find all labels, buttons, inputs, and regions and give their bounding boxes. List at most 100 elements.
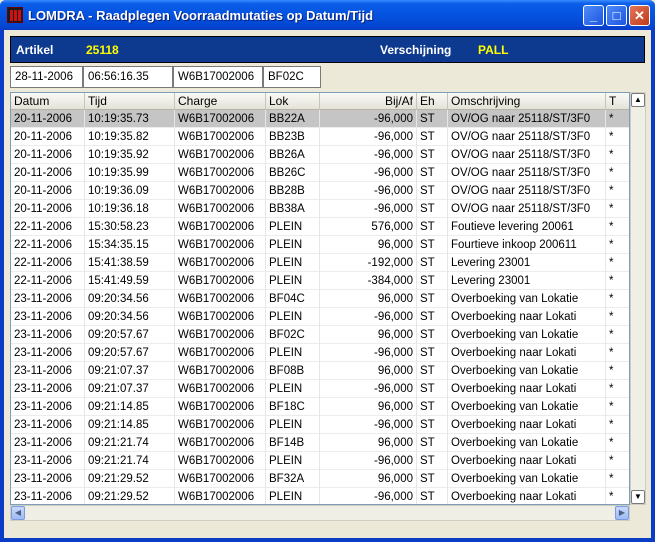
cell-charge: W6B17002006 xyxy=(175,128,266,146)
cell-datum: 20-11-2006 xyxy=(11,110,85,128)
table-row[interactable]: 22-11-2006 15:34:35.15 W6B17002006 PLEIN 96,… xyxy=(11,236,629,254)
cell-omschrijving: Levering 23001 xyxy=(448,254,606,272)
date-field[interactable]: 28-11-2006 xyxy=(10,66,83,88)
cell-datum: 23-11-2006 xyxy=(11,416,85,434)
table-row[interactable]: 23-11-2006 09:20:34.56 W6B17002006 PLEIN -96… xyxy=(11,308,629,326)
table-row[interactable]: 23-11-2006 09:21:21.74 W6B17002006 PLEIN -96… xyxy=(11,452,629,470)
table-row[interactable]: 23-11-2006 09:21:14.85 W6B17002006 BF18C 96,… xyxy=(11,398,629,416)
cell-t: * xyxy=(606,344,629,362)
cell-eh: ST xyxy=(417,164,448,182)
table-row[interactable]: 23-11-2006 09:21:07.37 W6B17002006 BF08B 96,… xyxy=(11,362,629,380)
close-button[interactable]: ✕ xyxy=(629,5,650,26)
table-row[interactable]: 20-11-2006 10:19:35.73 W6B17002006 BB22A -96… xyxy=(11,110,629,128)
app-icon[interactable] xyxy=(7,7,23,23)
cell-tijd: 09:21:07.37 xyxy=(85,362,175,380)
table-row[interactable]: 23-11-2006 09:21:29.52 W6B17002006 BF32A 96,… xyxy=(11,470,629,488)
cell-omschrijving: OV/OG naar 25118/ST/3F0 xyxy=(448,128,606,146)
lok-field[interactable]: BF02C xyxy=(263,66,321,88)
table-row[interactable]: 23-11-2006 09:20:34.56 W6B17002006 BF04C 96,… xyxy=(11,290,629,308)
cell-bij-af: -96,000 xyxy=(320,344,417,362)
table-row[interactable]: 20-11-2006 10:19:35.82 W6B17002006 BB23B -96… xyxy=(11,128,629,146)
table-row[interactable]: 23-11-2006 09:20:57.67 W6B17002006 BF02C 96,… xyxy=(11,326,629,344)
table-row[interactable]: 20-11-2006 10:19:35.92 W6B17002006 BB26A -96… xyxy=(11,146,629,164)
table-row[interactable]: 22-11-2006 15:41:49.59 W6B17002006 PLEIN -38… xyxy=(11,272,629,290)
minimize-button[interactable]: _ xyxy=(583,5,604,26)
cell-charge: W6B17002006 xyxy=(175,362,266,380)
cell-datum: 22-11-2006 xyxy=(11,236,85,254)
scroll-right-button[interactable]: ▶ xyxy=(615,506,629,520)
maximize-button[interactable]: □ xyxy=(606,5,627,26)
column-header-t[interactable]: T xyxy=(606,93,629,110)
cell-omschrijving: Overboeking naar Lokati xyxy=(448,344,606,362)
table-row[interactable]: 23-11-2006 09:21:14.85 W6B17002006 PLEIN -96… xyxy=(11,416,629,434)
table-row[interactable]: 23-11-2006 09:21:07.37 W6B17002006 PLEIN -96… xyxy=(11,380,629,398)
cell-datum: 23-11-2006 xyxy=(11,434,85,452)
scroll-down-button[interactable]: ▼ xyxy=(631,490,645,504)
column-header-charge[interactable]: Charge xyxy=(175,93,266,110)
article-header: Artikel 25118 Verschijning PALL xyxy=(10,36,645,63)
cell-tijd: 09:21:07.37 xyxy=(85,380,175,398)
cell-bij-af: -96,000 xyxy=(320,164,417,182)
cell-tijd: 10:19:35.92 xyxy=(85,146,175,164)
cell-t: * xyxy=(606,146,629,164)
cell-datum: 23-11-2006 xyxy=(11,452,85,470)
mutations-table[interactable]: Datum Tijd Charge Lok Bij/Af Eh Omschrij… xyxy=(10,92,630,505)
cell-datum: 23-11-2006 xyxy=(11,344,85,362)
cell-lok: PLEIN xyxy=(266,218,320,236)
cell-bij-af: 96,000 xyxy=(320,434,417,452)
cell-datum: 20-11-2006 xyxy=(11,146,85,164)
cell-bij-af: -96,000 xyxy=(320,488,417,504)
scroll-left-button[interactable]: ◀ xyxy=(11,506,25,520)
verschijning-value: PALL xyxy=(478,43,509,57)
table-row[interactable]: 23-11-2006 09:21:21.74 W6B17002006 BF14B 96,… xyxy=(11,434,629,452)
table-row[interactable]: 20-11-2006 10:19:36.18 W6B17002006 BB38A -96… xyxy=(11,200,629,218)
table-row[interactable]: 20-11-2006 10:19:35.99 W6B17002006 BB26C -96… xyxy=(11,164,629,182)
time-field[interactable]: 06:56:16.35 xyxy=(83,66,173,88)
cell-t: * xyxy=(606,236,629,254)
table-row[interactable]: 23-11-2006 09:21:29.52 W6B17002006 PLEIN -96… xyxy=(11,488,629,504)
cell-tijd: 10:19:35.99 xyxy=(85,164,175,182)
cell-lok: BF14B xyxy=(266,434,320,452)
cell-eh: ST xyxy=(417,308,448,326)
cell-bij-af: -96,000 xyxy=(320,380,417,398)
column-header-omschrijving[interactable]: Omschrijving xyxy=(448,93,606,110)
cell-datum: 23-11-2006 xyxy=(11,488,85,504)
cell-bij-af: 96,000 xyxy=(320,290,417,308)
cell-lok: BF08B xyxy=(266,362,320,380)
scroll-up-button[interactable]: ▲ xyxy=(631,93,645,107)
column-header-bij-af[interactable]: Bij/Af xyxy=(320,93,417,110)
table-row[interactable]: 20-11-2006 10:19:36.09 W6B17002006 BB28B -96… xyxy=(11,182,629,200)
cell-lok: BF02C xyxy=(266,326,320,344)
column-header-eh[interactable]: Eh xyxy=(417,93,448,110)
horizontal-scrollbar[interactable]: ◀ ▶ xyxy=(10,505,630,521)
cell-charge: W6B17002006 xyxy=(175,290,266,308)
cell-tijd: 10:19:36.09 xyxy=(85,182,175,200)
charge-field[interactable]: W6B17002006 xyxy=(173,66,263,88)
cell-lok: PLEIN xyxy=(266,308,320,326)
column-header-datum[interactable]: Datum xyxy=(11,93,85,110)
cell-charge: W6B17002006 xyxy=(175,146,266,164)
title-bar[interactable]: LOMDRA - Raadplegen Voorraadmutaties op … xyxy=(0,0,655,30)
cell-eh: ST xyxy=(417,272,448,290)
cell-charge: W6B17002006 xyxy=(175,434,266,452)
cell-t: * xyxy=(606,416,629,434)
column-header-lok[interactable]: Lok xyxy=(266,93,320,110)
cell-omschrijving: Fourtieve inkoop 200611 xyxy=(448,236,606,254)
table-row[interactable]: 22-11-2006 15:30:58.23 W6B17002006 PLEIN 576… xyxy=(11,218,629,236)
cell-tijd: 15:41:49.59 xyxy=(85,272,175,290)
artikel-value: 25118 xyxy=(86,43,119,57)
cell-eh: ST xyxy=(417,254,448,272)
cell-tijd: 09:21:14.85 xyxy=(85,416,175,434)
cell-datum: 23-11-2006 xyxy=(11,380,85,398)
table-row[interactable]: 23-11-2006 09:20:57.67 W6B17002006 PLEIN -96… xyxy=(11,344,629,362)
vertical-scrollbar[interactable]: ▲ ▼ xyxy=(630,92,646,505)
cell-datum: 20-11-2006 xyxy=(11,128,85,146)
cell-tijd: 15:30:58.23 xyxy=(85,218,175,236)
cell-tijd: 10:19:35.82 xyxy=(85,128,175,146)
column-header-tijd[interactable]: Tijd xyxy=(85,93,175,110)
cell-lok: PLEIN xyxy=(266,380,320,398)
table-row[interactable]: 22-11-2006 15:41:38.59 W6B17002006 PLEIN -19… xyxy=(11,254,629,272)
cell-t: * xyxy=(606,380,629,398)
cell-charge: W6B17002006 xyxy=(175,164,266,182)
cell-eh: ST xyxy=(417,182,448,200)
